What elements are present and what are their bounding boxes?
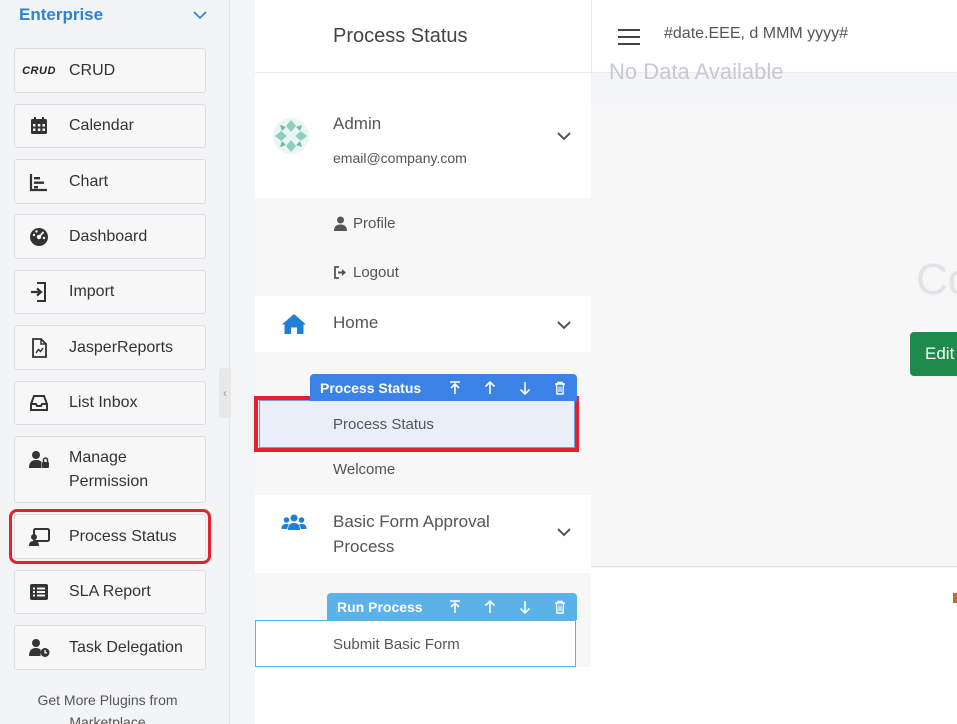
menu-item-welcome[interactable]: Welcome [333, 461, 395, 478]
edit-button[interactable]: Edit [910, 332, 957, 376]
palette-item-label: CRUD [69, 61, 116, 79]
user-panel[interactable]: Admin email@company.com [255, 100, 591, 190]
move-up-button[interactable] [472, 374, 507, 401]
move-down-button[interactable] [507, 374, 542, 401]
user-name: Admin [333, 114, 382, 133]
palette-item-manage-permission[interactable]: Manage Permission [14, 436, 206, 503]
category-title: Enterprise [19, 5, 104, 24]
process-status-icon [25, 523, 53, 551]
user-links-panel [255, 198, 591, 296]
palette-item-label: List Inbox [69, 394, 138, 411]
menu-item-submit-basic-form[interactable]: Submit Basic Form [255, 620, 576, 667]
calendar-icon [25, 112, 53, 140]
arrow-up-icon [484, 599, 495, 613]
logout-link[interactable]: Logout [333, 264, 399, 281]
inbox-icon [25, 389, 53, 417]
toolbar-title: Run Process [337, 598, 423, 615]
date-format-text: #date.EEE, d MMM yyyy# [664, 25, 849, 42]
palette-item-label: Calendar [69, 117, 134, 134]
plugin-palette: Enterprise CRUD CRUD Calendar Chart Dash… [0, 0, 231, 724]
no-data-text: No Data Available [609, 59, 784, 84]
home-icon [282, 314, 306, 334]
palette-item-jasperreports[interactable]: JasperReports [14, 325, 206, 370]
user-lock-icon [25, 446, 53, 474]
avatar [273, 118, 309, 154]
app-brand[interactable]: Process Status [255, 0, 591, 73]
toolbar-title: Process Status [320, 379, 422, 396]
palette-item-label: Manage Permission [69, 448, 149, 490]
selection-highlight [254, 396, 579, 452]
palette-item-sla-report[interactable]: SLA Report [14, 570, 206, 614]
move-to-top-button[interactable] [437, 374, 472, 401]
user-clock-icon [25, 634, 53, 662]
edge-marker [953, 593, 957, 603]
preview-bottom-area [591, 568, 957, 724]
palette-item-crud[interactable]: CRUD CRUD [14, 48, 206, 93]
delete-button[interactable] [542, 593, 577, 620]
palette-item-label: Process Status [69, 527, 177, 545]
palette-item-label: SLA Report [69, 583, 151, 600]
crud-icon: CRUD [22, 64, 56, 77]
arrow-up-bar-icon [449, 380, 460, 394]
preview-panel [591, 105, 957, 567]
category-label: Home [333, 313, 379, 332]
element-toolbar-process-status: Process Status [310, 374, 577, 401]
palette-item-label: JasperReports [69, 338, 174, 356]
chevron-down-icon [193, 11, 207, 20]
report-file-icon [25, 334, 53, 362]
move-down-button[interactable] [507, 593, 542, 620]
trash-icon [554, 381, 565, 395]
hamburger-menu-icon[interactable] [618, 28, 640, 46]
collapse-palette-handle[interactable]: ‹ [219, 368, 231, 418]
palette-item-task-delegation[interactable]: Task Delegation [14, 625, 206, 670]
category-label: Basic Form Approval Process [333, 512, 490, 556]
menu-item-label: Submit Basic Form [333, 636, 460, 653]
palette-item-label: Dashboard [69, 227, 148, 245]
chevron-down-icon[interactable] [555, 523, 573, 541]
menu-category-basic-form-approval[interactable]: Basic Form Approval Process [255, 495, 591, 573]
palette-item-list-inbox[interactable]: List Inbox [14, 381, 206, 425]
profile-link[interactable]: Profile [333, 215, 396, 232]
dashboard-icon [25, 223, 53, 251]
preview-heading: Co [916, 255, 957, 304]
user-email: email@company.com [333, 150, 467, 166]
element-toolbar-run-process: Run Process [327, 593, 577, 620]
users-icon [281, 514, 307, 530]
chevron-down-icon[interactable] [555, 316, 573, 334]
delete-button[interactable] [542, 374, 577, 401]
trash-icon [554, 600, 565, 614]
more-plugins-link[interactable]: Get More Plugins from Marketplace [0, 689, 215, 724]
chart-icon [25, 168, 53, 196]
palette-item-calendar[interactable]: Calendar [14, 104, 206, 148]
chevron-left-icon: ‹ [223, 386, 227, 400]
palette-item-label: Import [69, 283, 115, 300]
arrow-up-bar-icon [449, 599, 460, 613]
arrow-down-icon [519, 600, 530, 614]
palette-item-process-status[interactable]: Process Status [9, 509, 211, 564]
chevron-down-icon[interactable] [555, 127, 573, 145]
palette-item-chart[interactable]: Chart [14, 159, 206, 204]
sign-out-icon [334, 266, 346, 279]
palette-item-dashboard[interactable]: Dashboard [14, 214, 206, 259]
move-to-top-button[interactable] [437, 593, 472, 620]
menu-category-home[interactable]: Home [255, 297, 591, 352]
move-up-button[interactable] [472, 593, 507, 620]
arrow-up-icon [484, 380, 495, 394]
category-header-enterprise[interactable]: Enterprise [19, 4, 209, 26]
arrow-down-icon [519, 381, 530, 395]
palette-item-label: Chart [69, 172, 109, 190]
content-preview: No Data Available Co Edit [591, 59, 957, 724]
import-icon [25, 278, 53, 306]
palette-item-label: Task Delegation [69, 638, 183, 656]
list-icon [25, 578, 53, 606]
palette-item-import[interactable]: Import [14, 270, 206, 314]
user-icon [334, 216, 347, 231]
